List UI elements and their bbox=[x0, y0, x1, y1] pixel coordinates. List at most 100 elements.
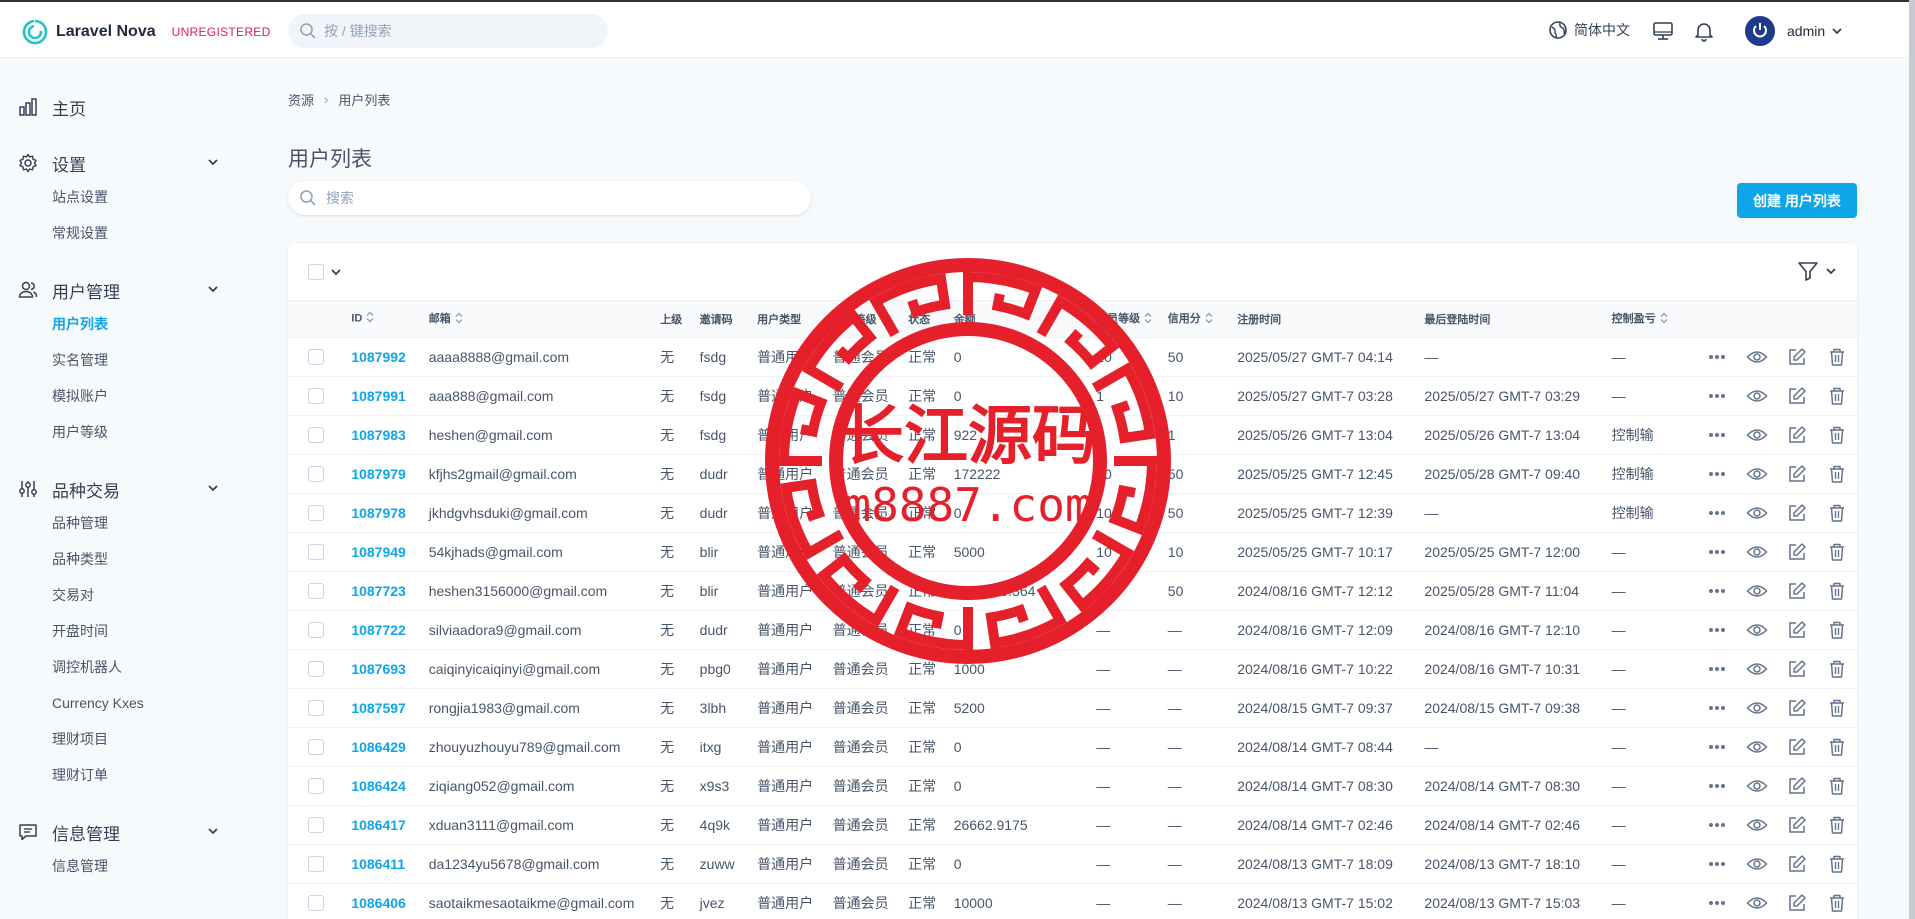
sidebar-item-currency-kxes[interactable]: Currency Kxes bbox=[0, 685, 240, 721]
more-icon[interactable] bbox=[1697, 627, 1737, 633]
edit-icon[interactable] bbox=[1777, 893, 1817, 913]
user-id-link[interactable]: 1087722 bbox=[351, 610, 428, 649]
delete-icon[interactable] bbox=[1817, 581, 1857, 601]
more-icon[interactable] bbox=[1697, 549, 1737, 555]
more-icon[interactable] bbox=[1697, 744, 1737, 750]
view-icon[interactable] bbox=[1737, 349, 1777, 365]
row-checkbox[interactable] bbox=[308, 465, 324, 482]
more-icon[interactable] bbox=[1697, 783, 1737, 789]
column-header[interactable]: 会员等级 bbox=[1096, 301, 1168, 338]
more-icon[interactable] bbox=[1697, 588, 1737, 594]
sidebar-item-control-bot[interactable]: 调控机器人 bbox=[0, 649, 240, 685]
view-icon[interactable] bbox=[1737, 427, 1777, 443]
row-checkbox[interactable] bbox=[308, 426, 324, 443]
view-icon[interactable] bbox=[1737, 622, 1777, 638]
row-checkbox[interactable] bbox=[308, 348, 324, 365]
user-id-link[interactable]: 1086417 bbox=[351, 805, 428, 844]
sidebar-item-demo-accounts[interactable]: 模拟账户 bbox=[0, 378, 240, 414]
bell-icon[interactable] bbox=[1693, 20, 1715, 45]
delete-icon[interactable] bbox=[1817, 815, 1857, 835]
more-icon[interactable] bbox=[1697, 354, 1737, 360]
edit-icon[interactable] bbox=[1777, 698, 1817, 718]
delete-icon[interactable] bbox=[1817, 893, 1857, 913]
sidebar-item-opening-hours[interactable]: 开盘时间 bbox=[0, 613, 240, 649]
user-id-link[interactable]: 1086424 bbox=[351, 766, 428, 805]
more-icon[interactable] bbox=[1697, 393, 1737, 399]
edit-icon[interactable] bbox=[1777, 347, 1817, 367]
delete-icon[interactable] bbox=[1817, 698, 1857, 718]
more-icon[interactable] bbox=[1697, 822, 1737, 828]
view-icon[interactable] bbox=[1737, 739, 1777, 755]
delete-icon[interactable] bbox=[1817, 776, 1857, 796]
user-id-link[interactable]: 1087597 bbox=[351, 688, 428, 727]
user-id-link[interactable]: 1087992 bbox=[351, 337, 428, 376]
sort-icon[interactable] bbox=[366, 311, 374, 326]
view-icon[interactable] bbox=[1737, 388, 1777, 404]
row-checkbox[interactable] bbox=[308, 738, 324, 755]
edit-icon[interactable] bbox=[1777, 737, 1817, 757]
edit-icon[interactable] bbox=[1777, 659, 1817, 679]
page-scrollbar-thumb[interactable] bbox=[1909, 0, 1915, 919]
language-switcher[interactable]: 简体中文 bbox=[1548, 20, 1630, 40]
user-id-link[interactable]: 1087949 bbox=[351, 532, 428, 571]
more-icon[interactable] bbox=[1697, 471, 1737, 477]
chevron-down-icon[interactable] bbox=[330, 266, 342, 278]
monitor-icon[interactable] bbox=[1652, 20, 1674, 45]
more-icon[interactable] bbox=[1697, 510, 1737, 516]
delete-icon[interactable] bbox=[1817, 659, 1857, 679]
sidebar-group-toggle-messages[interactable]: 信息管理 bbox=[0, 818, 240, 846]
row-checkbox[interactable] bbox=[308, 543, 324, 560]
user-id-link[interactable]: 1087979 bbox=[351, 454, 428, 493]
row-checkbox[interactable] bbox=[308, 894, 324, 911]
delete-icon[interactable] bbox=[1817, 464, 1857, 484]
sidebar-item-general-settings[interactable]: 常规设置 bbox=[0, 215, 240, 251]
more-icon[interactable] bbox=[1697, 432, 1737, 438]
sidebar-item-home[interactable]: 主页 bbox=[0, 93, 240, 121]
row-checkbox[interactable] bbox=[308, 387, 324, 404]
sort-icon[interactable] bbox=[455, 312, 463, 327]
app-logo[interactable]: Laravel Nova UNREGISTERED bbox=[22, 19, 271, 45]
more-icon[interactable] bbox=[1697, 900, 1737, 906]
user-id-link[interactable]: 1086406 bbox=[351, 883, 428, 919]
column-header[interactable]: 信用分 bbox=[1167, 301, 1238, 338]
sidebar-item-kyc[interactable]: 实名管理 bbox=[0, 342, 240, 378]
user-id-link[interactable]: 1086411 bbox=[351, 844, 428, 883]
delete-icon[interactable] bbox=[1817, 620, 1857, 640]
more-icon[interactable] bbox=[1697, 705, 1737, 711]
resource-search-input[interactable]: 搜索 bbox=[288, 181, 811, 215]
row-checkbox[interactable] bbox=[308, 504, 324, 521]
user-id-link[interactable]: 1087978 bbox=[351, 493, 428, 532]
sidebar-item-site-settings[interactable]: 站点设置 bbox=[0, 179, 240, 215]
sidebar-item-messages[interactable]: 信息管理 bbox=[0, 848, 240, 884]
delete-icon[interactable] bbox=[1817, 854, 1857, 874]
sidebar-item-wealth-products[interactable]: 理财项目 bbox=[0, 721, 240, 757]
sidebar-item-trading-pairs[interactable]: 交易对 bbox=[0, 577, 240, 613]
more-icon[interactable] bbox=[1697, 666, 1737, 672]
view-icon[interactable] bbox=[1737, 856, 1777, 872]
edit-icon[interactable] bbox=[1777, 776, 1817, 796]
edit-icon[interactable] bbox=[1777, 620, 1817, 640]
delete-icon[interactable] bbox=[1817, 737, 1857, 757]
user-id-link[interactable]: 1087693 bbox=[351, 649, 428, 688]
row-checkbox[interactable] bbox=[308, 621, 324, 638]
global-search-input[interactable]: 按 / 键搜索 bbox=[288, 14, 608, 48]
sidebar-item-symbols[interactable]: 品种管理 bbox=[0, 505, 240, 541]
view-icon[interactable] bbox=[1737, 817, 1777, 833]
row-checkbox[interactable] bbox=[308, 660, 324, 677]
sidebar-group-toggle-user-management[interactable]: 用户管理 bbox=[0, 276, 240, 304]
column-header[interactable]: 邮箱 bbox=[428, 301, 661, 338]
edit-icon[interactable] bbox=[1777, 581, 1817, 601]
edit-icon[interactable] bbox=[1777, 503, 1817, 523]
row-checkbox[interactable] bbox=[308, 699, 324, 716]
view-icon[interactable] bbox=[1737, 505, 1777, 521]
select-all-control[interactable] bbox=[308, 264, 342, 280]
filter-button[interactable] bbox=[1797, 260, 1837, 282]
row-checkbox[interactable] bbox=[308, 582, 324, 599]
sidebar-item-wealth-orders[interactable]: 理财订单 bbox=[0, 757, 240, 793]
sort-icon[interactable] bbox=[1205, 312, 1213, 327]
view-icon[interactable] bbox=[1737, 778, 1777, 794]
user-id-link[interactable]: 1087991 bbox=[351, 376, 428, 415]
sort-icon[interactable] bbox=[1660, 312, 1668, 327]
user-menu[interactable]: admin bbox=[1745, 16, 1843, 46]
sidebar-item-symbol-types[interactable]: 品种类型 bbox=[0, 541, 240, 577]
